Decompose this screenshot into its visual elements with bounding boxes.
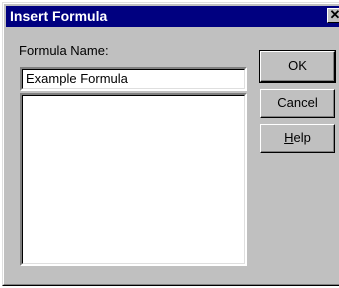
help-button[interactable]: Help xyxy=(260,124,335,153)
ok-button[interactable]: OK xyxy=(259,50,336,83)
dialog-title: Insert Formula xyxy=(10,8,108,24)
formula-name-label: Formula Name: xyxy=(19,43,109,58)
formula-name-input[interactable]: Example Formula xyxy=(20,67,247,91)
close-button[interactable]: ✕ xyxy=(327,8,339,23)
help-label-rest: elp xyxy=(293,130,311,145)
close-icon: ✕ xyxy=(330,9,339,22)
help-mnemonic: H xyxy=(284,130,294,145)
insert-formula-dialog: Insert Formula ✕ Formula Name: Example F… xyxy=(2,2,339,286)
cancel-button[interactable]: Cancel xyxy=(260,89,335,118)
title-bar[interactable]: Insert Formula ✕ xyxy=(6,6,339,27)
formula-body-textarea[interactable] xyxy=(20,93,247,266)
